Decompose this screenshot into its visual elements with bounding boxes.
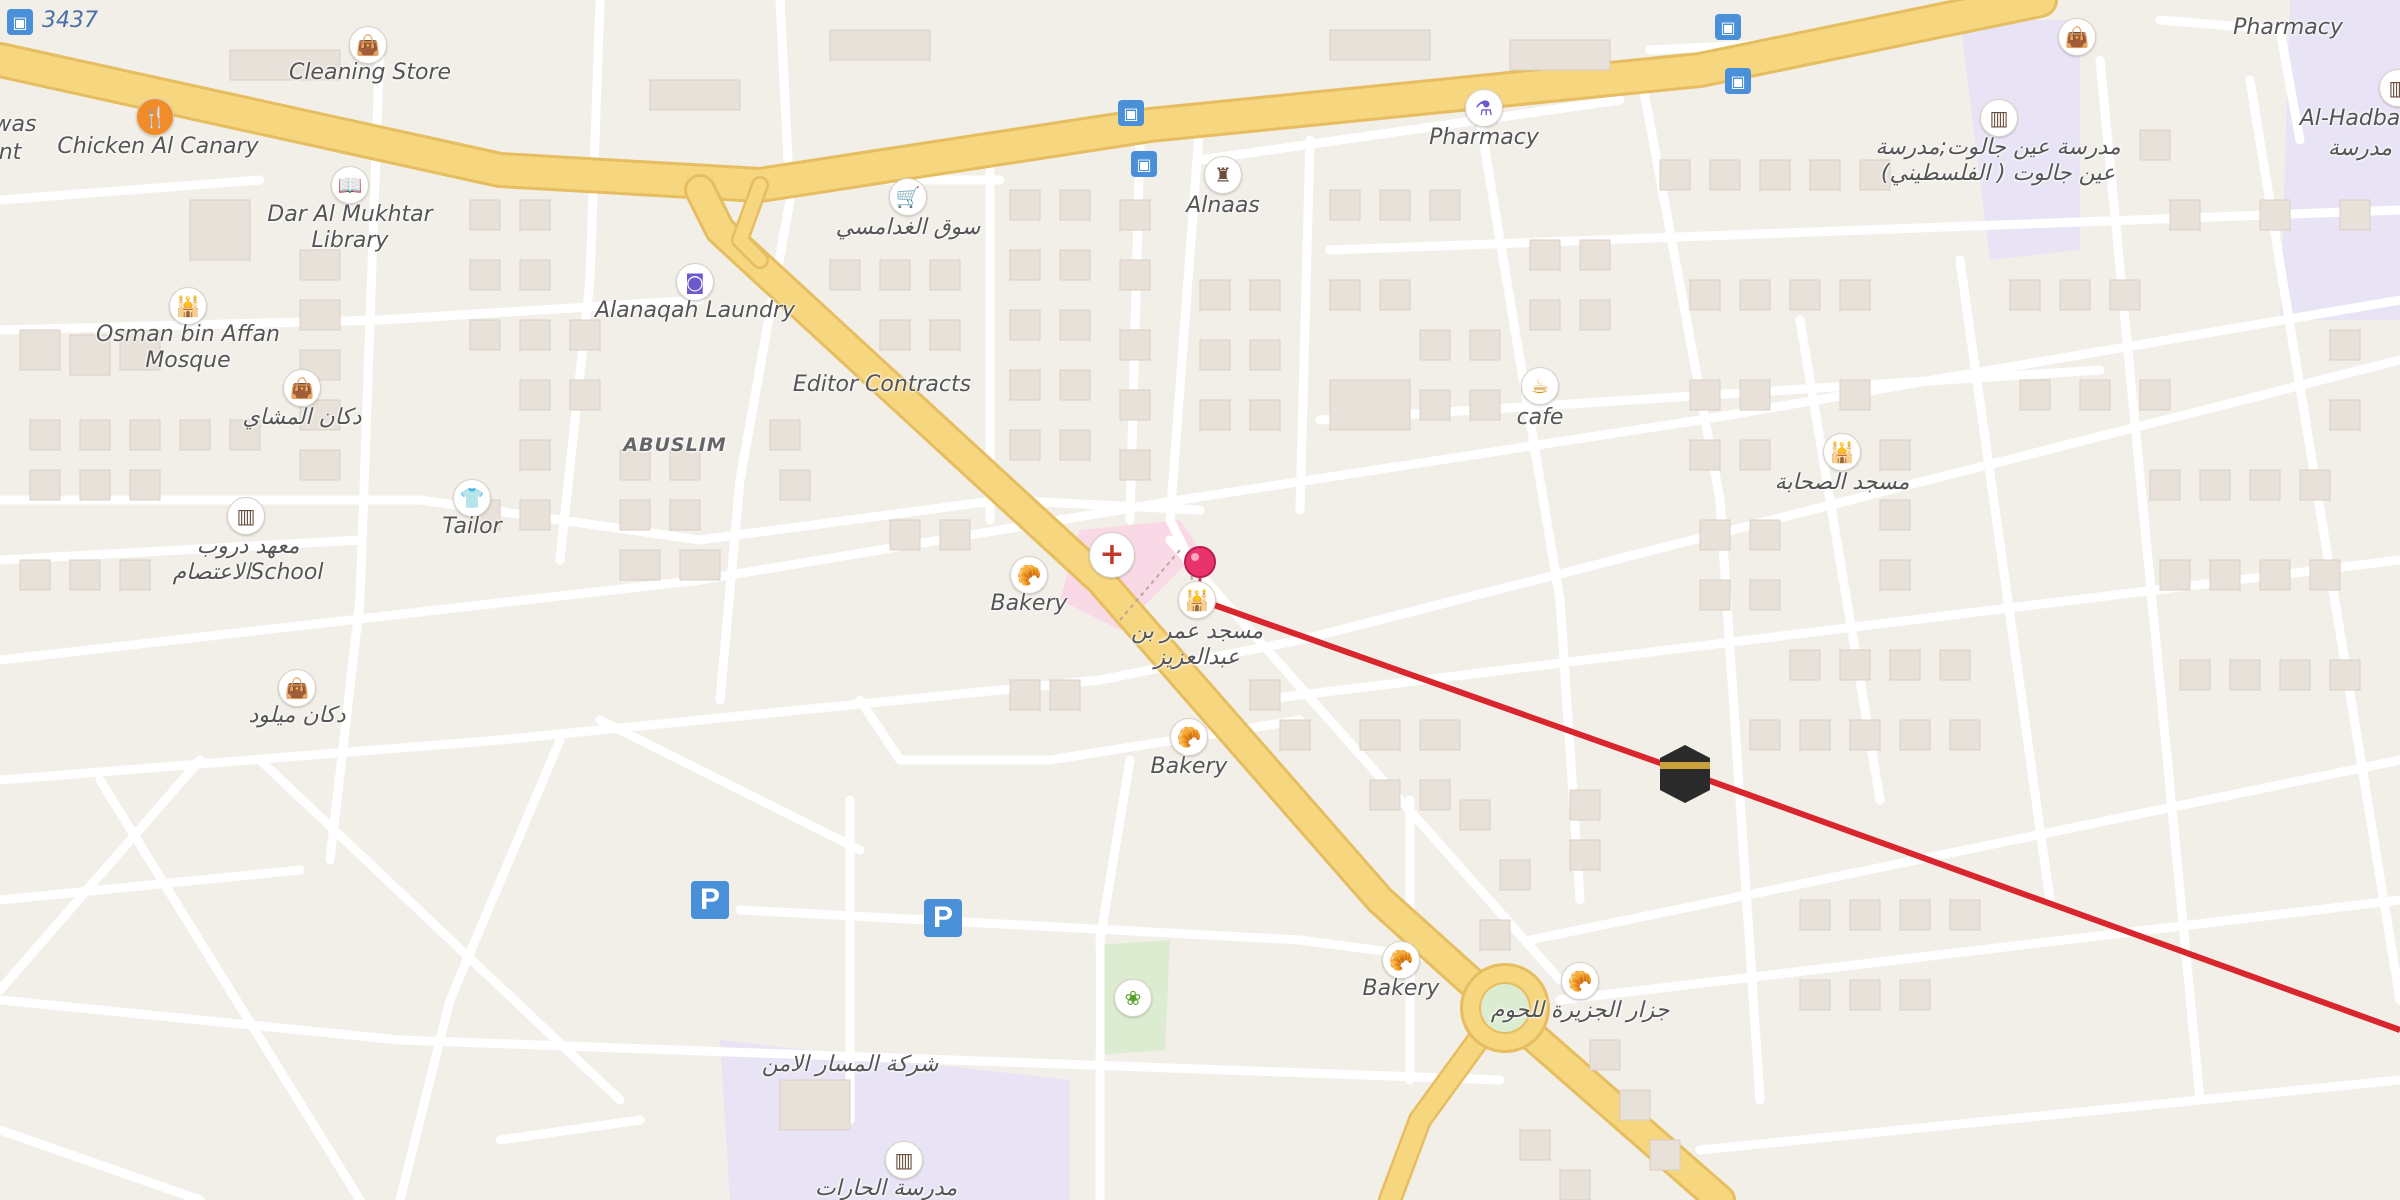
cart-icon[interactable]: 🛒 <box>889 178 927 216</box>
label-bakery-2: Bakery <box>1150 754 1228 779</box>
fork-knife-icon[interactable]: 🍴 <box>136 98 174 136</box>
label-al-hadba: Al-Hadba <box>2299 106 2400 131</box>
bus-stop-icon[interactable]: ▣ <box>1118 100 1144 126</box>
label-pharmacy-1: Pharmacy <box>1429 125 1539 150</box>
label-cleaning-store: Cleaning Store <box>288 60 452 85</box>
label-security-company: شركة المسار الامن <box>761 1052 939 1077</box>
kaaba-icon <box>1660 745 1710 803</box>
bus-stop-icon[interactable]: ▣ <box>1131 151 1157 177</box>
school-icon[interactable]: ▥ <box>1980 99 2018 137</box>
label-chicken-al-canary: Chicken Al Canary <box>57 134 259 159</box>
shirt-icon[interactable]: 👕 <box>453 479 491 517</box>
cafe-icon[interactable]: ☕ <box>1521 367 1559 405</box>
shopping-bag-icon[interactable]: 👜 <box>283 369 321 407</box>
label-bakery-3: Bakery <box>1362 976 1440 1001</box>
mosque-icon[interactable]: 🕌 <box>1178 581 1216 619</box>
label-school-left: معهد دروب الاعتصامSchool <box>172 534 324 585</box>
label-bakery-1: Bakery <box>990 591 1068 616</box>
parking-icon[interactable]: P <box>691 881 729 919</box>
butcher-icon[interactable]: 🥐 <box>1561 962 1599 1000</box>
book-icon[interactable]: 📖 <box>331 166 369 204</box>
label-pharmacy-2: Pharmacy <box>2233 15 2343 40</box>
route-number-label: 3437 <box>42 8 98 33</box>
label-mosque-omar: مسجد عمر بن عبدالعزيز <box>1131 619 1263 670</box>
shopping-bag-icon[interactable]: 👜 <box>349 26 387 64</box>
label-al-hadba-ar: مدرسة <box>2327 136 2393 161</box>
label-souq-alghadamsi: سوق الغدامسي <box>835 215 981 240</box>
mosque-icon[interactable]: 🕌 <box>169 287 207 325</box>
shopping-bag-icon[interactable]: 👜 <box>278 669 316 707</box>
label-tailor: Tailor <box>442 514 502 539</box>
label-dukan-almashai: دكان المشاي <box>242 405 362 430</box>
label-osman-mosque: Osman bin Affan Mosque <box>96 322 280 373</box>
label-school-bottom: مدرسة الحارات <box>814 1176 958 1200</box>
label-dukan-milood: دكان ميلود <box>248 703 346 728</box>
laundry-icon[interactable]: ◙ <box>676 263 714 301</box>
garden-icon[interactable]: ❀ <box>1114 979 1152 1017</box>
mosque-icon[interactable]: 🕌 <box>1823 433 1861 471</box>
label-editor-contracts: Editor Contracts <box>792 372 972 397</box>
hospital-icon[interactable]: + <box>1089 532 1135 578</box>
label-school-ain-jalut: مدرسة عين جالوت;مدرسة عين جالوت ( الفلسط… <box>1875 135 2121 186</box>
label-alanaqah-laundry: Alanaqah Laundry <box>594 298 796 323</box>
school-icon[interactable]: ▥ <box>885 1141 923 1179</box>
label-left-edge-1: was <box>0 112 37 137</box>
school-icon[interactable]: ▥ <box>227 497 265 535</box>
bus-stop-icon[interactable]: ▣ <box>1715 14 1741 40</box>
label-cafe: cafe <box>1516 405 1564 430</box>
bakery-icon[interactable]: 🥐 <box>1010 556 1048 594</box>
pharmacy-icon[interactable]: ⚗ <box>1465 89 1503 127</box>
label-dar-al-mukhtar-library: Dar Al Mukhtar Library <box>267 202 433 253</box>
label-sahaba-mosque: مسجد الصحابة <box>1774 470 1910 495</box>
shopping-bag-icon[interactable]: 👜 <box>2058 18 2096 56</box>
bus-stop-icon: ▣ <box>7 9 33 35</box>
label-jazira-butcher: جزار الجزيرة للحوم <box>1490 998 1670 1023</box>
bakery-icon[interactable]: 🥐 <box>1170 718 1208 756</box>
parking-icon[interactable]: P <box>924 899 962 937</box>
bakery-icon[interactable]: 🥐 <box>1382 941 1420 979</box>
label-left-edge-2: nt <box>0 140 22 165</box>
label-alnaas: Alnaas <box>1186 193 1260 218</box>
tower-icon[interactable]: ♜ <box>1204 156 1242 194</box>
bus-stop-icon[interactable]: ▣ <box>1725 68 1751 94</box>
label-abuslim: ABUSLIM <box>623 434 727 456</box>
map-view[interactable]: ▣ 3437 👜 🍴 📖 🕌 👜 👕 ▥ 👜 ◙ 🛒 🥐 + 🕌 🥐 🥐 🥐 ❀… <box>0 0 2400 1200</box>
